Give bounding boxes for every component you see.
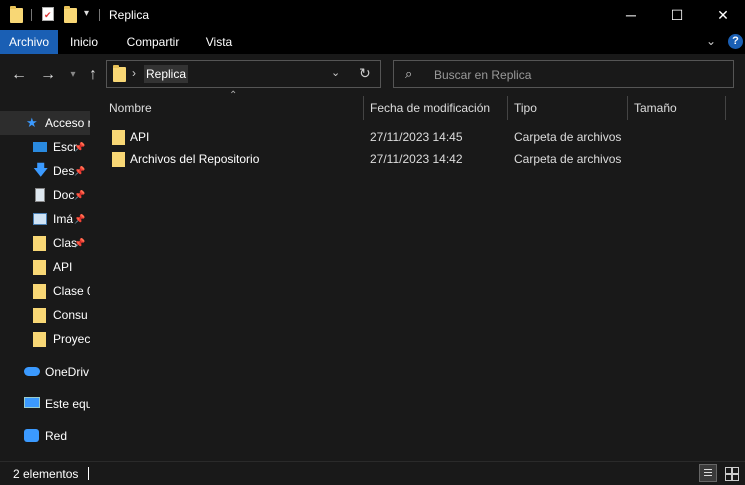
item-count: 2 elementos <box>13 467 79 481</box>
sidebar-item-proyecto[interactable]: Proyec <box>0 327 90 351</box>
column-header-size[interactable]: Tamaño <box>634 96 677 120</box>
sidebar-item-descargas[interactable]: 🡇 Des 📌 <box>0 159 90 183</box>
address-dropdown-icon[interactable]: ⌄ <box>331 66 340 79</box>
folder-icon <box>112 152 125 167</box>
folder-icon <box>33 260 46 275</box>
properties-icon[interactable]: ✔ <box>42 7 54 21</box>
breadcrumb-replica[interactable]: Replica <box>144 65 189 83</box>
sidebar-item-label: Red <box>45 429 68 443</box>
new-folder-icon[interactable] <box>64 6 77 23</box>
expand-ribbon-icon[interactable]: ⌄ <box>706 34 716 48</box>
column-header-type[interactable]: Tipo <box>514 96 537 120</box>
help-icon[interactable]: ? <box>728 34 743 49</box>
sidebar-item-label: Clase 0 <box>53 284 90 298</box>
folder-icon <box>33 236 46 251</box>
table-row[interactable]: Archivos del Repositorio 27/11/2023 14:4… <box>107 148 727 170</box>
tab-vista[interactable]: Vista <box>198 30 240 54</box>
sidebar-item-red[interactable]: Red <box>0 424 90 448</box>
file-date: 27/11/2023 14:42 <box>370 152 463 166</box>
file-type: Carpeta de archivos <box>514 152 622 166</box>
folder-icon <box>33 332 46 347</box>
pin-icon: 📌 <box>74 142 86 152</box>
search-placeholder: Buscar en Replica <box>434 68 532 82</box>
cloud-icon <box>24 367 40 376</box>
tab-archivo[interactable]: Archivo <box>0 30 58 54</box>
folder-icon <box>112 130 125 145</box>
column-divider[interactable] <box>725 96 726 120</box>
details-view-icon[interactable] <box>699 464 717 482</box>
sidebar-item-label: Doc <box>53 188 75 202</box>
sidebar-item-quick-access[interactable]: ★ Acceso r <box>0 111 90 135</box>
desktop-icon <box>33 142 47 152</box>
divider <box>31 9 32 21</box>
file-name: API <box>130 130 150 144</box>
large-icons-view-icon[interactable] <box>722 464 740 482</box>
folder-icon <box>33 308 46 323</box>
sidebar-item-api[interactable]: API <box>0 255 90 279</box>
network-icon <box>24 429 39 442</box>
sidebar-item-clase[interactable]: Clas 📌 <box>0 231 90 255</box>
column-header-date[interactable]: Fecha de modificación <box>370 96 490 120</box>
breadcrumb-separator-icon: › <box>132 66 136 80</box>
sidebar-item-onedrive[interactable]: OneDriv <box>0 360 90 384</box>
sort-ascending-icon: ⌃ <box>229 90 238 101</box>
folder-icon <box>10 6 23 23</box>
sidebar-item-clase-0[interactable]: Clase 0 <box>0 279 90 303</box>
forward-arrow-icon[interactable]: → <box>39 66 57 84</box>
maximize-button[interactable]: ☐ <box>654 0 700 30</box>
sidebar-item-label: Imá <box>53 212 74 226</box>
sidebar-item-label: Proyec <box>53 332 90 346</box>
navigation-pane: ★ Acceso r Escr 📌 🡇 Des 📌 Doc 📌 Imá 📌 Cl… <box>0 94 90 461</box>
column-divider[interactable] <box>627 96 628 120</box>
pin-icon: 📌 <box>74 238 86 248</box>
address-bar[interactable]: › Replica ⌄ ↻ <box>106 60 381 88</box>
sidebar-item-label: OneDriv <box>45 365 90 379</box>
recent-locations-icon[interactable]: ▾ <box>64 66 82 84</box>
divider <box>88 467 89 480</box>
sidebar-item-label: Acceso r <box>45 116 90 130</box>
refresh-icon[interactable]: ↻ <box>359 65 371 82</box>
column-divider[interactable] <box>507 96 508 120</box>
image-icon <box>33 213 47 225</box>
computer-icon <box>24 397 40 408</box>
star-icon: ★ <box>26 115 38 130</box>
search-box[interactable]: ⌕ Buscar en Replica <box>393 60 734 88</box>
ribbon: Archivo Inicio Compartir Vista ⌄ ? <box>0 30 745 54</box>
title-bar: ✔ ▾ Replica ─ ☐ ✕ <box>0 0 745 30</box>
search-icon: ⌕ <box>405 66 413 81</box>
pin-icon: 📌 <box>74 166 86 176</box>
table-row[interactable]: API 27/11/2023 14:45 Carpeta de archivos <box>107 126 727 148</box>
sidebar-item-imagenes[interactable]: Imá 📌 <box>0 207 90 231</box>
column-header-name[interactable]: Nombre <box>109 96 152 120</box>
pin-icon: 📌 <box>74 190 86 200</box>
tab-compartir[interactable]: Compartir <box>118 30 188 54</box>
status-bar: 2 elementos <box>0 461 745 485</box>
up-arrow-icon[interactable]: ↑ <box>84 66 102 84</box>
sidebar-item-este-equipo[interactable]: Este equ <box>0 392 90 416</box>
document-icon <box>35 188 45 202</box>
sidebar-item-label: Des <box>53 164 75 178</box>
tab-inicio[interactable]: Inicio <box>62 30 106 54</box>
sidebar-item-label: Este equ <box>45 397 90 411</box>
back-arrow-icon[interactable]: ← <box>10 66 28 84</box>
window-title: Replica <box>109 8 150 22</box>
file-date: 27/11/2023 14:45 <box>370 130 463 144</box>
sidebar-item-documentos[interactable]: Doc 📌 <box>0 183 90 207</box>
file-type: Carpeta de archivos <box>514 130 622 144</box>
download-icon: 🡇 <box>33 162 49 179</box>
folder-icon <box>33 284 46 299</box>
sidebar-item-consultas[interactable]: Consu <box>0 303 90 327</box>
pin-icon: 📌 <box>74 214 86 224</box>
sidebar-item-escritorio[interactable]: Escr 📌 <box>0 135 90 159</box>
sidebar-item-label: API <box>53 260 73 274</box>
customize-toolbar-icon[interactable]: ▾ <box>84 8 89 19</box>
folder-icon <box>113 65 126 82</box>
close-button[interactable]: ✕ <box>700 0 745 30</box>
divider <box>99 9 100 21</box>
file-name: Archivos del Repositorio <box>130 152 260 166</box>
minimize-button[interactable]: ─ <box>608 0 654 30</box>
sidebar-item-label: Consu <box>53 308 88 322</box>
column-divider[interactable] <box>363 96 364 120</box>
